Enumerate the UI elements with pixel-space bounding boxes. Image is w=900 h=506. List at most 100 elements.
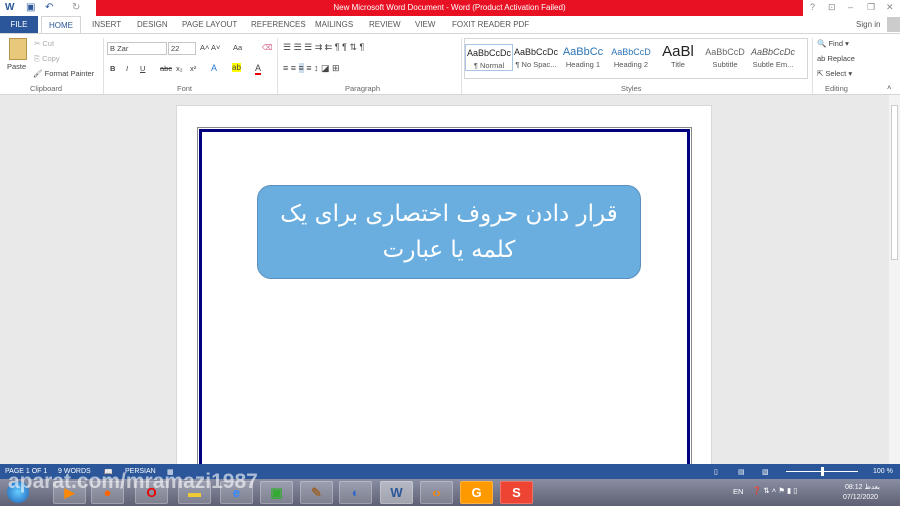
paste-icon[interactable]	[9, 38, 27, 60]
app-icon-3[interactable]: ‹›	[420, 481, 453, 504]
find-label: Find	[828, 39, 844, 48]
word-icon: W	[5, 2, 15, 13]
style-preview: AaBbCcDc	[466, 48, 511, 58]
style-label: Heading 2	[613, 60, 649, 69]
rounded-rectangle-shape[interactable]: قرار دادن حروف اختصاری برای یک کلمه یا ع…	[257, 185, 641, 279]
app-icon-4[interactable]: S	[500, 481, 533, 504]
tab-page-layout[interactable]: PAGE LAYOUT	[182, 16, 237, 33]
vertical-scrollbar[interactable]	[889, 95, 900, 464]
replace-label: Replace	[827, 54, 855, 63]
tab-insert[interactable]: INSERT	[92, 16, 121, 33]
copy-label: Copy	[42, 54, 60, 63]
change-case-button[interactable]: Aa	[233, 43, 242, 52]
font-name-select[interactable]: B Zar	[107, 42, 167, 55]
style-label: ¶ Normal	[473, 61, 505, 70]
italic-button[interactable]: I	[126, 64, 128, 73]
zoom-level[interactable]: 100 %	[873, 468, 893, 475]
style-label: ¶ No Spac...	[515, 60, 557, 69]
print-layout-icon[interactable]: ▤	[738, 468, 745, 476]
scroll-thumb[interactable]	[891, 105, 898, 260]
style-preview: AaBbCcDc	[513, 47, 558, 57]
app-icon-2[interactable]: ◐	[339, 481, 372, 504]
clipboard-group-label: Clipboard	[30, 84, 63, 93]
style-subtle-emphasis[interactable]: AaBbCcDc Subtle Em...	[749, 44, 797, 69]
align-right-button[interactable]: ≡	[298, 63, 304, 73]
language-bar[interactable]: EN	[733, 487, 743, 496]
save-icon[interactable]: ▣	[26, 2, 35, 13]
tab-view[interactable]: VIEW	[415, 16, 435, 33]
strikethrough-button[interactable]: abc	[160, 64, 172, 73]
tab-foxit[interactable]: FOXIT READER PDF	[452, 16, 529, 33]
restore-icon[interactable]: ❐	[867, 2, 875, 13]
style-normal[interactable]: AaBbCcDc ¶ Normal	[465, 44, 513, 71]
divider	[461, 38, 462, 94]
font-color-icon[interactable]: A	[255, 63, 262, 75]
alignment-icons[interactable]: ≡ ≡ ≡ ≡ ↕ ◪ ⊞	[283, 63, 340, 74]
style-preview: AaBl	[662, 44, 694, 60]
style-preview: AaBbCcD	[705, 47, 745, 57]
font-group-label: Font	[177, 84, 193, 93]
paint-icon[interactable]: ✎	[300, 481, 333, 504]
tray-icons[interactable]: ❓ ⇅ ˄ ⚑ ▮ ▯	[752, 486, 797, 495]
bold-button[interactable]: B	[110, 64, 115, 73]
grow-font-icon[interactable]: A˄ A˅	[200, 43, 220, 52]
paragraph-group-label: Paragraph	[345, 84, 381, 93]
close-icon[interactable]: ✕	[886, 2, 894, 13]
tab-file[interactable]: FILE	[0, 16, 38, 33]
tab-home[interactable]: HOME	[41, 16, 81, 33]
tab-review[interactable]: REVIEW	[369, 16, 401, 33]
font-size-select[interactable]: 22	[168, 42, 196, 55]
tab-design[interactable]: DESIGN	[137, 16, 168, 33]
bullets-icon[interactable]: ☰ ☰ ☰ ⇉ ⇇ ¶ ¶ ⇅ ¶	[283, 42, 364, 53]
find-button[interactable]: 🔍 Find ▾	[817, 39, 849, 48]
subscript-button[interactable]: x₂	[176, 64, 183, 73]
editing-group-label: Editing	[825, 84, 848, 93]
sign-in-link[interactable]: Sign in	[856, 16, 880, 33]
ribbon-display-icon[interactable]: ⊡	[828, 2, 836, 13]
web-layout-icon[interactable]: ▧	[762, 468, 769, 476]
read-mode-icon[interactable]: ▯	[714, 468, 718, 476]
foxit-icon[interactable]: G	[460, 481, 493, 504]
style-no-spacing[interactable]: AaBbCcDc ¶ No Spac...	[512, 44, 560, 69]
text-effects-icon[interactable]: A	[211, 63, 217, 73]
watermark-text: aparat.com/mramazi1987	[8, 470, 258, 493]
ribbon: Paste ✂ Cut ⎘ Copy 🖌 Format Painter Clip…	[0, 33, 900, 95]
style-label: Title	[671, 60, 685, 69]
zoom-slider-thumb[interactable]	[821, 467, 824, 476]
divider	[812, 38, 813, 94]
redo-icon[interactable]: ↻	[72, 2, 80, 13]
style-heading-1[interactable]: AaBbCc Heading 1	[559, 44, 607, 69]
undo-icon[interactable]: ↶	[45, 2, 53, 13]
word-taskbar-icon[interactable]: W	[380, 481, 413, 504]
app-icon[interactable]: ▣	[260, 481, 293, 504]
highlight-icon[interactable]: ab	[232, 63, 241, 72]
avatar[interactable]	[887, 17, 900, 32]
format-painter-button[interactable]: 🖌 Format Painter	[33, 69, 94, 78]
paste-button[interactable]: Paste	[7, 62, 26, 71]
divider	[277, 38, 278, 94]
minimize-icon[interactable]: –	[848, 2, 853, 12]
replace-button[interactable]: ab Replace	[817, 54, 855, 63]
style-heading-2[interactable]: AaBbCcD Heading 2	[607, 44, 655, 69]
styles-group-label: Styles	[621, 84, 642, 93]
help-icon[interactable]: ?	[810, 2, 815, 12]
style-title[interactable]: AaBl Title	[654, 44, 702, 69]
divider	[103, 38, 104, 94]
select-label: Select	[825, 69, 847, 78]
cut-button[interactable]: ✂ Cut	[34, 39, 54, 48]
tab-mailings[interactable]: MAILINGS	[315, 16, 353, 33]
tab-references[interactable]: REFERENCES	[251, 16, 306, 33]
underline-button[interactable]: U	[140, 64, 145, 73]
select-button[interactable]: ⇱ Select ▾	[817, 69, 852, 78]
clock-time[interactable]: 08:12 بعدظ	[845, 483, 880, 491]
style-preview: AaBbCcDc	[750, 47, 795, 57]
superscript-button[interactable]: x²	[190, 64, 196, 73]
copy-button[interactable]: ⎘ Copy	[34, 54, 60, 64]
collapse-ribbon-icon[interactable]: ˄	[887, 83, 891, 92]
clear-format-icon[interactable]: ⌫	[262, 43, 273, 52]
ribbon-tabs: FILE HOME INSERT DESIGN PAGE LAYOUT REFE…	[0, 16, 900, 33]
style-subtitle[interactable]: AaBbCcD Subtitle	[701, 44, 749, 69]
style-label: Subtle Em...	[752, 60, 794, 69]
clock-date[interactable]: 07/12/2020	[843, 494, 878, 501]
title-bar: W ▣ ↶ ↻ New Microsoft Word Document - Wo…	[0, 0, 900, 16]
